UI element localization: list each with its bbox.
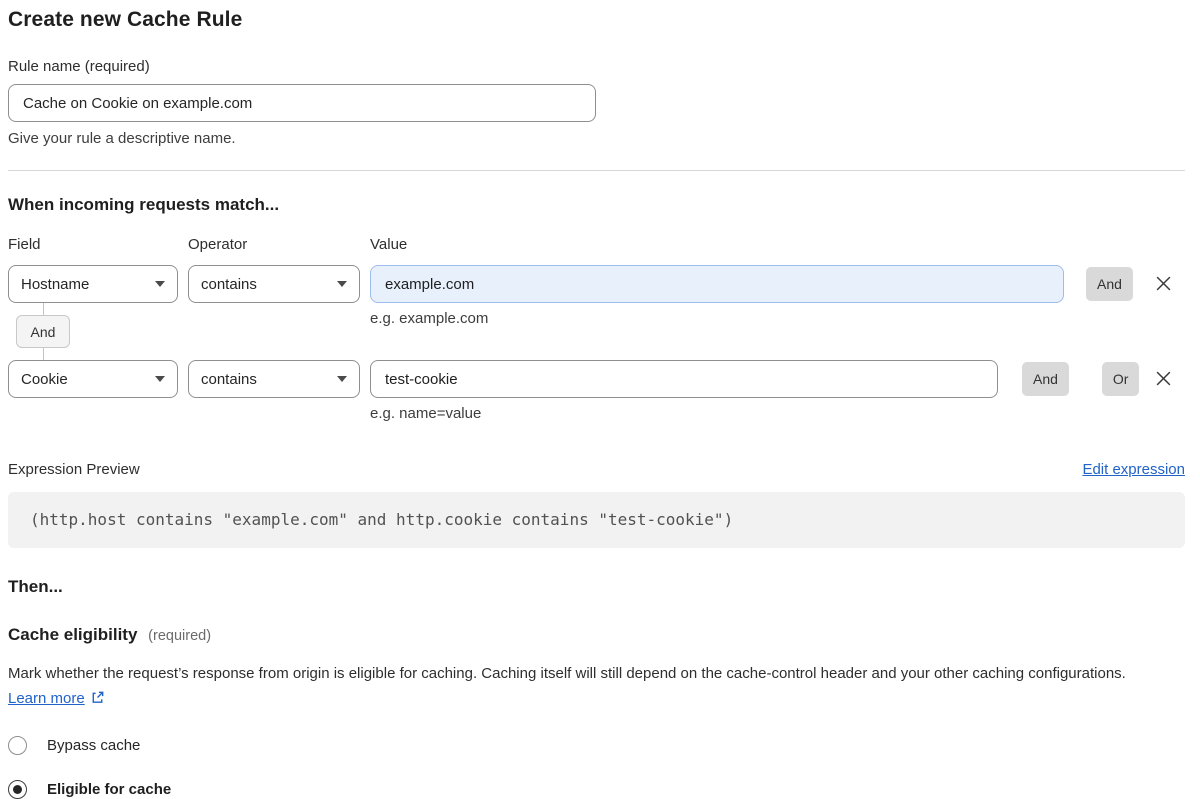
field-select-1-value: Hostname xyxy=(21,276,89,293)
and-button-row-2[interactable]: And xyxy=(1022,362,1069,396)
operator-select-2[interactable]: contains xyxy=(188,360,360,398)
field-select-2[interactable]: Cookie xyxy=(8,360,178,398)
operator-column-label: Operator xyxy=(188,236,370,253)
external-link-icon xyxy=(90,690,105,705)
radio-icon[interactable] xyxy=(8,780,27,799)
description-text: Mark whether the request’s response from… xyxy=(8,665,1126,682)
or-button-row-2[interactable]: Or xyxy=(1102,362,1140,396)
column-labels: Field Operator Value xyxy=(8,236,1185,253)
match-heading: When incoming requests match... xyxy=(8,195,1185,215)
close-icon xyxy=(1155,275,1172,292)
radio-option-eligible-for-cache[interactable]: Eligible for cache xyxy=(8,780,1185,799)
cache-eligibility-title: Cache eligibility xyxy=(8,625,137,644)
page-title: Create new Cache Rule xyxy=(8,8,1185,32)
remove-rule-button-2[interactable] xyxy=(1151,366,1175,390)
connector-and-button[interactable]: And xyxy=(16,315,70,348)
field-select-2-value: Cookie xyxy=(21,371,68,388)
rule-name-input[interactable] xyxy=(8,84,596,122)
value-input-1[interactable] xyxy=(370,265,1064,303)
expression-code: (http.host contains "example.com" and ht… xyxy=(30,510,733,529)
remove-rule-button-1[interactable] xyxy=(1151,271,1175,295)
value-column-label: Value xyxy=(370,236,407,253)
section-divider xyxy=(8,170,1185,171)
cache-eligibility-description: Mark whether the request’s response from… xyxy=(8,661,1163,711)
match-rule-row-1: Hostname contains e.g. example.com And xyxy=(8,265,1185,327)
value-input-2[interactable] xyxy=(370,360,998,398)
chevron-down-icon xyxy=(337,376,347,382)
learn-more-link[interactable]: Learn more xyxy=(8,690,85,707)
rule-connector: And xyxy=(16,315,70,348)
value-wrap-2: e.g. name=value xyxy=(370,360,998,422)
radio-option-bypass-cache[interactable]: Bypass cache xyxy=(8,736,1185,755)
radio-label: Bypass cache xyxy=(47,737,140,754)
chevron-down-icon xyxy=(155,376,165,382)
operator-select-2-value: contains xyxy=(201,371,257,388)
expression-header: Expression Preview Edit expression xyxy=(8,461,1185,478)
value-hint-2: e.g. name=value xyxy=(370,405,998,422)
match-rule-row-2: Cookie contains e.g. name=value And Or xyxy=(8,360,1185,422)
and-button-row-1[interactable]: And xyxy=(1086,267,1133,301)
expression-preview-box: (http.host contains "example.com" and ht… xyxy=(8,492,1185,548)
cache-eligibility-heading: Cache eligibility (required) xyxy=(8,625,1185,645)
expression-preview-label: Expression Preview xyxy=(8,461,140,478)
chevron-down-icon xyxy=(155,281,165,287)
edit-expression-link[interactable]: Edit expression xyxy=(1082,461,1185,478)
rule-name-label: Rule name (required) xyxy=(8,58,1185,75)
value-hint-1: e.g. example.com xyxy=(370,310,1064,327)
field-select-1[interactable]: Hostname xyxy=(8,265,178,303)
operator-select-1[interactable]: contains xyxy=(188,265,360,303)
field-column-label: Field xyxy=(8,236,188,253)
rule-name-help: Give your rule a descriptive name. xyxy=(8,130,1185,147)
operator-select-1-value: contains xyxy=(201,276,257,293)
radio-icon[interactable] xyxy=(8,736,27,755)
chevron-down-icon xyxy=(337,281,347,287)
close-icon xyxy=(1155,370,1172,387)
value-wrap-1: e.g. example.com xyxy=(370,265,1064,327)
then-heading: Then... xyxy=(8,577,1185,597)
cache-eligibility-required-note: (required) xyxy=(148,628,211,644)
